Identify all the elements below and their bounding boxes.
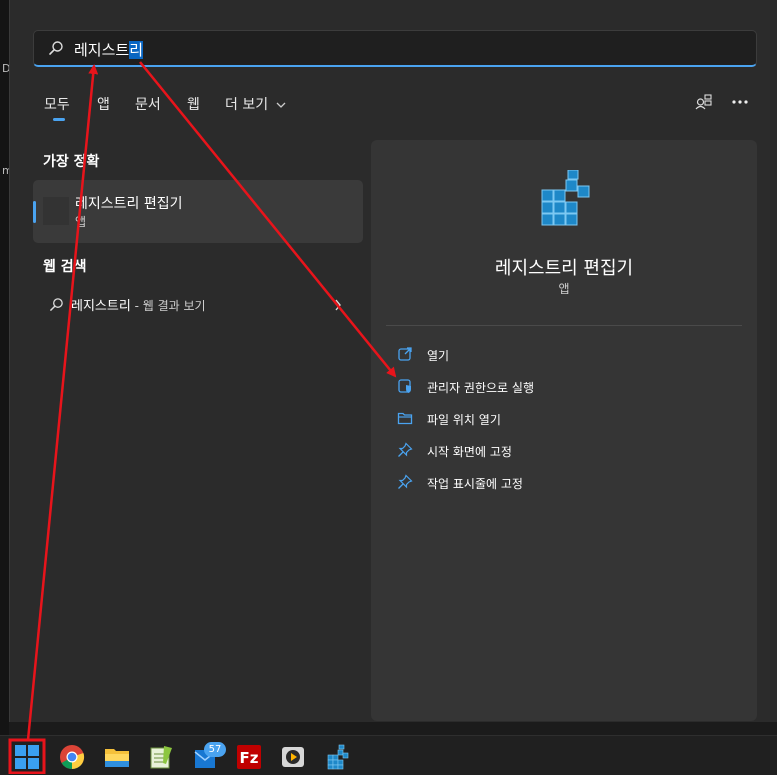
more-options-icon[interactable] — [731, 98, 749, 106]
desktop-edge: D m — [0, 0, 13, 735]
best-match-heading: 가장 정확 — [43, 154, 100, 170]
registry-editor-icon — [541, 170, 590, 226]
action-label: 작업 표시줄에 고정 — [427, 477, 523, 491]
action-label: 관리자 권한으로 실행 — [427, 381, 534, 395]
windows-start-icon[interactable] — [14, 744, 40, 770]
chevron-down-icon — [276, 102, 286, 108]
divider — [386, 325, 742, 326]
search-icon — [49, 41, 63, 55]
best-match-item[interactable]: 레지스트리 편집기 앱 — [33, 180, 363, 243]
action-label: 파일 위치 열기 — [427, 413, 501, 427]
web-search-text: 레지스트리 - 웹 결과 보기 — [71, 295, 206, 314]
tab-active-indicator — [53, 118, 65, 121]
tab-apps[interactable]: 앱 — [97, 94, 110, 114]
search-text: 레지스트리 — [74, 39, 144, 60]
search-text-prefix: 레지스트 — [74, 41, 130, 59]
tab-web[interactable]: 웹 — [187, 94, 200, 114]
open-icon — [398, 347, 412, 361]
tab-more-label: 더 보기 — [225, 97, 269, 113]
best-match-title: 레지스트리 편집기 — [75, 196, 183, 212]
web-search-item[interactable]: 레지스트리 - 웹 결과 보기 — [33, 290, 363, 320]
app-icon-placeholder — [43, 197, 69, 225]
mail-unread-badge: 57 — [204, 742, 226, 757]
pin-icon — [398, 442, 413, 457]
search-text-selection: 리 — [129, 41, 144, 59]
registry-editor-icon[interactable] — [325, 744, 351, 770]
notepad-plus-icon[interactable] — [148, 744, 174, 770]
tab-more[interactable]: 더 보기 — [225, 94, 286, 114]
action-label: 시작 화면에 고정 — [427, 445, 512, 459]
pin-icon — [398, 474, 413, 489]
detail-app-type: 앱 — [558, 282, 570, 296]
web-search-query: 레지스트리 — [71, 299, 131, 314]
web-search-suffix: - 웹 결과 보기 — [130, 299, 206, 313]
action-pin-to-start[interactable]: 시작 화면에 고정 — [397, 440, 697, 462]
best-match-subtitle: 앱 — [75, 215, 87, 229]
filezilla-icon[interactable]: Fz — [236, 744, 262, 770]
account-switch-icon[interactable] — [695, 93, 713, 111]
chrome-icon[interactable] — [59, 744, 85, 770]
search-input[interactable]: 레지스트리 — [33, 30, 757, 67]
detail-pane: 레지스트리 편집기 앱 열기 관리자 권한으로 실행 파일 위치 열기 시작 화… — [371, 140, 757, 721]
search-icon — [50, 298, 63, 311]
action-label: 열기 — [427, 349, 450, 363]
chevron-right-icon — [335, 299, 341, 311]
svg-text:Fz: Fz — [240, 749, 259, 767]
action-run-as-admin[interactable]: 관리자 권한으로 실행 — [397, 376, 697, 398]
action-open[interactable]: 열기 — [397, 344, 697, 366]
detail-app-name: 레지스트리 편집기 — [494, 258, 634, 279]
selection-indicator — [33, 201, 36, 223]
folder-icon — [397, 412, 413, 425]
action-open-file-location[interactable]: 파일 위치 열기 — [397, 408, 697, 430]
web-search-heading: 웹 검색 — [43, 259, 87, 275]
tab-all[interactable]: 모두 — [44, 94, 70, 114]
action-pin-to-taskbar[interactable]: 작업 표시줄에 고정 — [397, 472, 697, 494]
file-explorer-icon[interactable] — [104, 744, 130, 770]
tab-documents[interactable]: 문서 — [135, 94, 161, 114]
taskbar: Fz — [0, 735, 777, 775]
shield-admin-icon — [398, 379, 411, 393]
media-player-icon[interactable] — [280, 744, 306, 770]
